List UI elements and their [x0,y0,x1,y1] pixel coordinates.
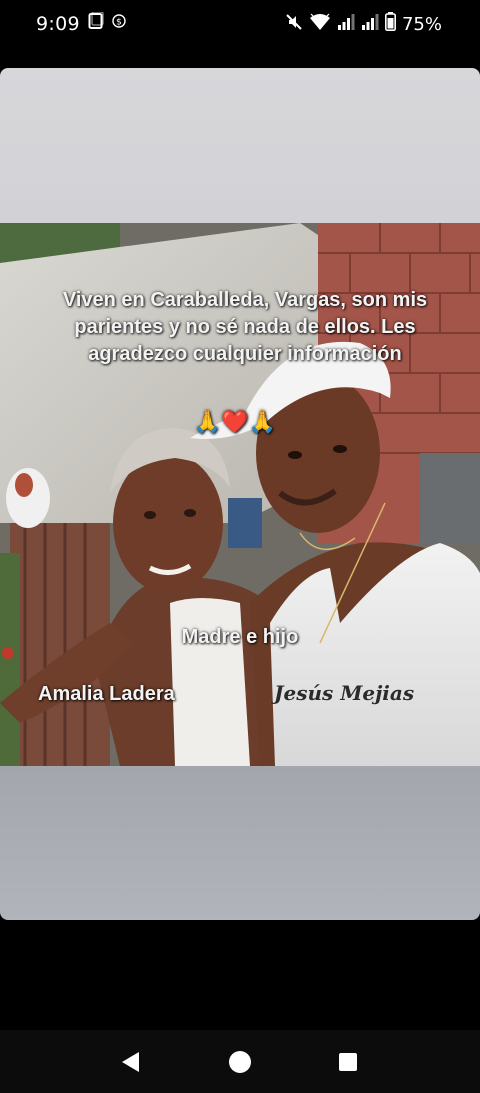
status-time: 9:09 [36,12,80,35]
recents-icon [339,1053,357,1071]
card-bottom-background [0,766,480,920]
battery-icon [384,12,396,36]
card-top-background [0,68,480,223]
navigation-bar [0,1030,480,1093]
recents-button[interactable] [334,1048,362,1076]
post-card[interactable]: Viven en Caraballeda, Vargas, son mis pa… [0,68,480,920]
label-mother: Amalia Ladera [38,683,175,705]
back-icon [122,1052,139,1072]
wifi-icon [309,13,331,36]
status-bar: 9:09 $ 75% [0,0,480,48]
label-relation: Madre e hijo [181,626,299,648]
home-button[interactable] [226,1048,254,1076]
signal-icon [361,13,379,36]
screenshot-icon [88,11,104,35]
home-icon [229,1051,251,1073]
caption-text: Viven en Caraballeda, Vargas, son mis pa… [62,289,428,365]
label-son: Jesús Mejias [274,681,415,705]
caption-emoji: 🙏❤️🙏 [193,409,277,434]
dollar-icon: $ [112,14,126,33]
mute-icon [285,13,303,36]
status-left: 9:09 $ [36,11,126,35]
signal-icon [337,13,355,36]
status-right: 75% [285,12,442,36]
post-photo[interactable]: Viven en Caraballeda, Vargas, son mis pa… [0,223,480,766]
battery-percent: 75% [401,13,442,35]
svg-text:$: $ [116,18,122,28]
back-button[interactable] [116,1048,144,1076]
